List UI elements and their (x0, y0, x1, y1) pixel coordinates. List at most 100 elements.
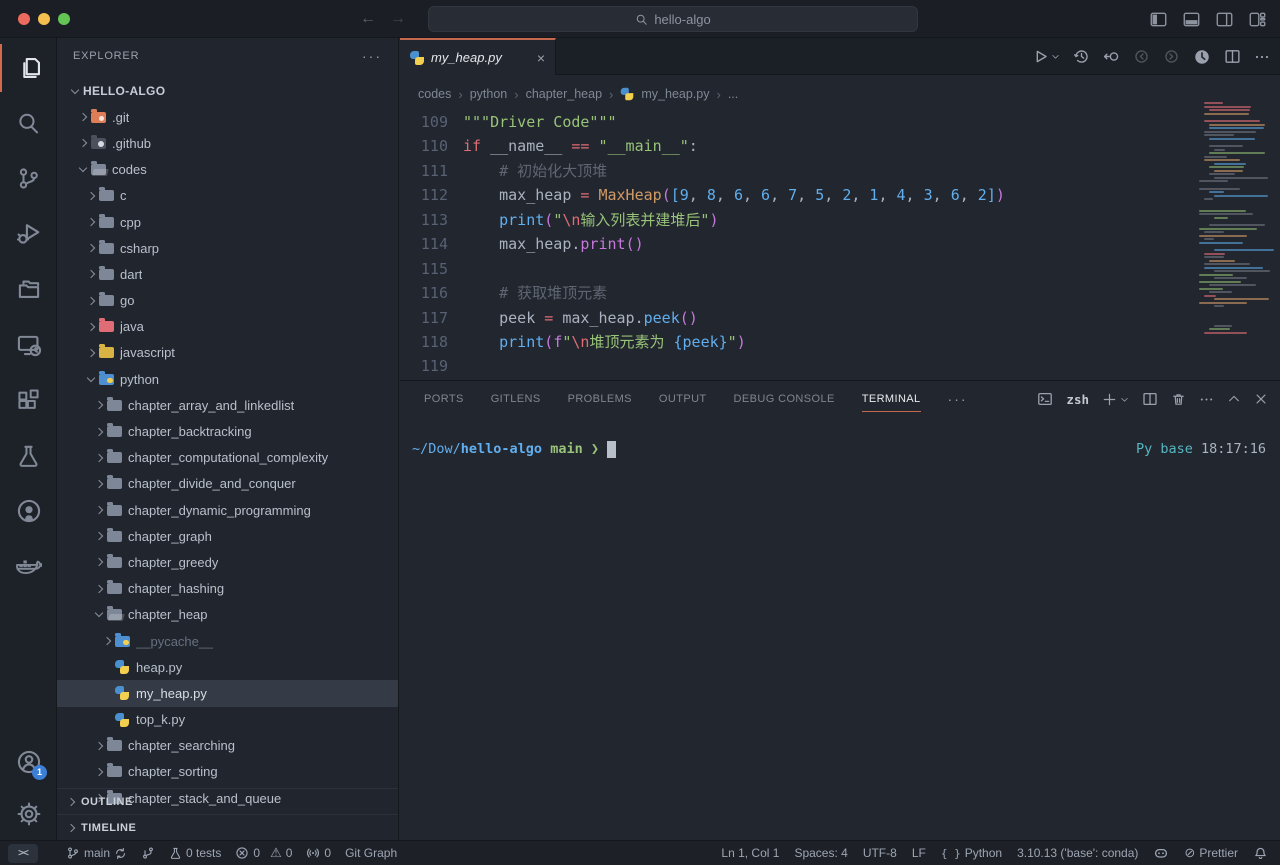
panel-tab-gitlens[interactable]: GITLENS (491, 381, 541, 417)
tree-item-chapter-dynamic-programming[interactable]: chapter_dynamic_programming (57, 497, 398, 523)
next-change-icon[interactable] (1163, 48, 1180, 65)
panel-more-actions-icon[interactable] (1199, 392, 1214, 407)
run-python-file-icon[interactable] (1032, 48, 1060, 65)
history-back-icon[interactable]: ← (360, 10, 376, 28)
tree-item-cpp[interactable]: cpp (57, 209, 398, 235)
tree-item-top-k-py[interactable]: top_k.py (57, 707, 398, 733)
split-terminal-icon[interactable] (1142, 391, 1158, 407)
problems-status[interactable]: 0 ⚠ 0 (235, 845, 292, 861)
python-interpreter[interactable]: 3.10.13 ('base': conda) (1017, 846, 1138, 860)
code-area[interactable]: 109"""Driver Code"""110if __name__ == "_… (400, 110, 1194, 380)
close-panel-icon[interactable] (1254, 392, 1268, 406)
breadcrumb-python[interactable]: python (470, 87, 508, 101)
tree-item-chapter-graph[interactable]: chapter_graph (57, 523, 398, 549)
tree-item-heap-py[interactable]: heap.py (57, 654, 398, 680)
tree-item-codes[interactable]: codes (57, 157, 398, 183)
breadcrumb-symbol[interactable]: ... (728, 87, 738, 101)
tree-item-my-heap-py[interactable]: my_heap.py (57, 680, 398, 706)
tree-item-javascript[interactable]: javascript (57, 340, 398, 366)
tree-item-c[interactable]: c (57, 183, 398, 209)
minimap[interactable] (1196, 98, 1272, 338)
encoding[interactable]: UTF-8 (863, 846, 897, 860)
tree-item-python[interactable]: python (57, 366, 398, 392)
explorer-more-actions-icon[interactable]: ··· (362, 48, 382, 64)
timeline-section[interactable]: TIMELINE (57, 814, 398, 840)
language-mode[interactable]: { } Python (941, 846, 1002, 860)
terminal[interactable]: ~/Dow/hello-algo main ❯ Py base 18:17:16 (412, 441, 1266, 458)
maximize-panel-icon[interactable] (1227, 392, 1241, 406)
panel-tab-problems[interactable]: PROBLEMS (568, 381, 632, 417)
tree-item-chapter-searching[interactable]: chapter_searching (57, 733, 398, 759)
feedback-status[interactable]: 0 (306, 846, 331, 860)
tree-item--github[interactable]: .github (57, 130, 398, 156)
panel-tab-terminal[interactable]: TERMINAL (862, 381, 921, 417)
zoom-window-button[interactable] (58, 13, 70, 25)
remote-indicator[interactable]: >< (8, 844, 38, 863)
remote-explorer-icon[interactable] (0, 321, 57, 369)
extensions-icon[interactable] (0, 376, 57, 424)
tree-item-chapter-computational-complexity[interactable]: chapter_computational_complexity (57, 445, 398, 471)
breadcrumb-codes[interactable]: codes (418, 87, 451, 101)
timeline-icon[interactable] (1193, 48, 1211, 66)
kill-terminal-icon[interactable] (1171, 392, 1186, 407)
panel-tab-ports[interactable]: PORTS (424, 381, 464, 417)
tree-item-csharp[interactable]: csharp (57, 235, 398, 261)
explorer-icon[interactable] (0, 44, 57, 92)
close-tab-icon[interactable]: × (537, 50, 545, 66)
run-and-debug-icon[interactable] (0, 209, 57, 257)
toggle-panel-icon[interactable] (1183, 12, 1200, 27)
tree-item-dart[interactable]: dart (57, 261, 398, 287)
compare-changes-icon[interactable] (141, 846, 155, 860)
git-graph-button[interactable]: Git Graph (345, 846, 397, 860)
tree-item-go[interactable]: go (57, 288, 398, 314)
breadcrumb-file[interactable]: my_heap.py (641, 87, 709, 101)
tree-item-chapter-greedy[interactable]: chapter_greedy (57, 549, 398, 575)
tree-item-chapter-hashing[interactable]: chapter_hashing (57, 576, 398, 602)
toggle-primary-sidebar-icon[interactable] (1150, 12, 1167, 27)
tests-status[interactable]: 0 tests (169, 846, 221, 860)
search-text: hello-algo (654, 12, 710, 27)
previous-change-icon[interactable] (1133, 48, 1150, 65)
panel-tabs-more-icon[interactable]: ··· (948, 391, 968, 407)
panel-tab-debug-console[interactable]: DEBUG CONSOLE (734, 381, 835, 417)
source-control-icon[interactable] (0, 154, 57, 202)
tree-item-chapter-heap[interactable]: chapter_heap (57, 602, 398, 628)
search-sidebar-icon[interactable] (0, 99, 57, 147)
tree-item-java[interactable]: java (57, 314, 398, 340)
branch-status[interactable]: main (66, 846, 127, 860)
toggle-secondary-sidebar-icon[interactable] (1216, 12, 1233, 27)
command-center-search[interactable]: hello-algo (428, 6, 918, 32)
tree-item--git[interactable]: .git (57, 104, 398, 130)
settings-gear-icon[interactable] (0, 790, 57, 838)
github-icon[interactable] (0, 487, 57, 535)
tree-item-chapter-divide-and-conquer[interactable]: chapter_divide_and_conquer (57, 471, 398, 497)
breadcrumb-chapter-heap[interactable]: chapter_heap (526, 87, 602, 101)
tree-item--pycache-[interactable]: __pycache__ (57, 628, 398, 654)
editor-more-actions-icon[interactable] (1254, 49, 1270, 65)
folders-icon[interactable] (0, 265, 57, 313)
history-forward-icon[interactable]: → (390, 10, 406, 28)
cursor-position[interactable]: Ln 1, Col 1 (721, 846, 779, 860)
eol-sequence[interactable]: LF (912, 846, 926, 860)
copilot-icon[interactable] (1153, 845, 1169, 861)
tree-item-chapter-array-and-linkedlist[interactable]: chapter_array_and_linkedlist (57, 392, 398, 418)
docker-icon[interactable] (0, 542, 57, 590)
notifications-bell-icon[interactable] (1253, 846, 1268, 861)
indentation[interactable]: Spaces: 4 (794, 846, 847, 860)
tree-item-hello-algo[interactable]: HELLO-ALGO (57, 78, 398, 104)
new-terminal-icon[interactable] (1102, 392, 1129, 407)
open-changes-icon[interactable] (1103, 48, 1120, 65)
panel-tab-output[interactable]: OUTPUT (659, 381, 707, 417)
formatter-status[interactable]: ⊘ Prettier (1184, 845, 1238, 861)
customize-layout-icon[interactable] (1249, 12, 1266, 27)
file-history-icon[interactable] (1073, 48, 1090, 65)
testing-icon[interactable] (0, 432, 57, 480)
tree-item-chapter-sorting[interactable]: chapter_sorting (57, 759, 398, 785)
accounts-icon[interactable]: 1 (0, 738, 57, 786)
close-window-button[interactable] (18, 13, 30, 25)
split-editor-icon[interactable] (1224, 48, 1241, 65)
outline-section[interactable]: OUTLINE (57, 788, 398, 814)
tree-item-chapter-backtracking[interactable]: chapter_backtracking (57, 418, 398, 444)
minimize-window-button[interactable] (38, 13, 50, 25)
tab-my-heap[interactable]: my_heap.py × (400, 38, 556, 75)
